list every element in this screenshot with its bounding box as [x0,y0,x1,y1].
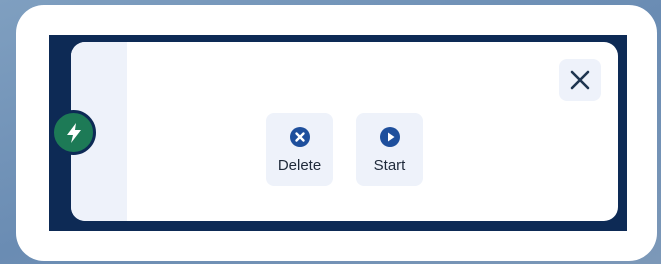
delete-button[interactable]: Delete [266,113,333,186]
action-panel [71,42,618,221]
circle-x-icon [288,125,312,149]
lightning-bolt-icon [51,110,96,155]
close-button[interactable] [559,59,601,101]
start-label: Start [373,156,406,174]
delete-label: Delete [277,156,322,174]
circle-play-icon [378,125,402,149]
close-icon [570,70,590,90]
start-button[interactable]: Start [356,113,423,186]
